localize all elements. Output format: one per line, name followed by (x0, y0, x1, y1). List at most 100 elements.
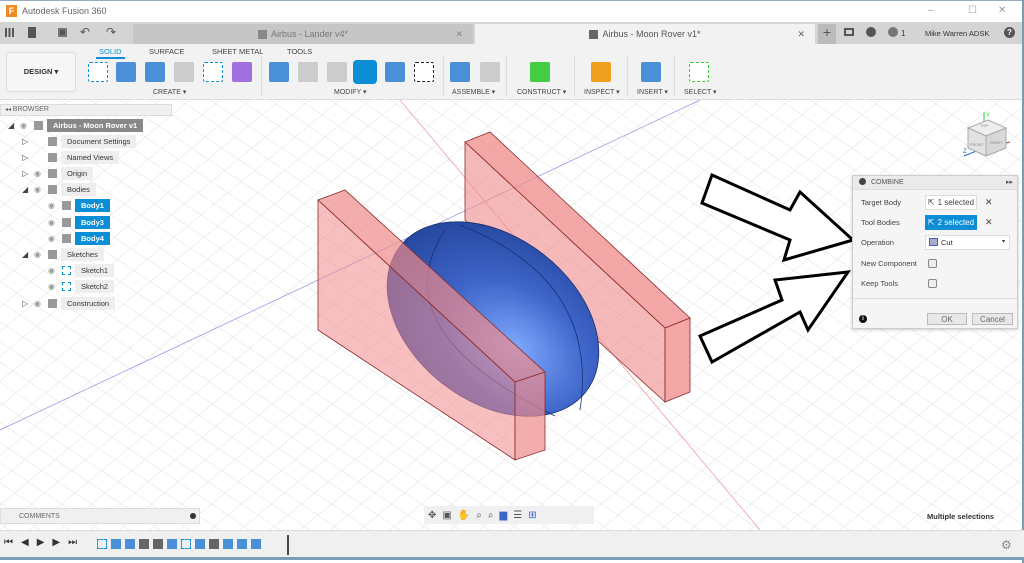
fillet-icon[interactable] (298, 62, 318, 82)
viewports-icon[interactable]: ⊞ (528, 510, 536, 521)
look-at-icon[interactable]: ▣ (442, 510, 451, 521)
tab-solid[interactable]: SOLID (96, 47, 125, 59)
collapse-browser-icon[interactable]: ◂◂ (5, 107, 13, 113)
step-back-icon[interactable]: ◀ (21, 537, 29, 548)
keep-tools-checkbox[interactable] (928, 279, 937, 288)
timeline-offset-plane-icon[interactable] (167, 539, 177, 549)
target-body-selector[interactable]: ⇱ 1 selected (925, 195, 977, 210)
move-icon[interactable] (414, 62, 434, 82)
tool-bodies-selector[interactable]: ⇱ 2 selected (925, 215, 977, 230)
browser-item[interactable]: ◉ Sketch1 (0, 264, 172, 278)
create-sketch-icon[interactable] (88, 62, 108, 82)
create-menu[interactable]: CREATE ▾ (153, 88, 186, 96)
timeline-marker-icon[interactable] (251, 539, 261, 549)
split-body-icon[interactable] (385, 62, 405, 82)
canvas-viewport[interactable]: Z Y TOP FRONT RIGHT ◂◂ BROWSER ◢ ◉ Airbus … (0, 100, 1024, 530)
cancel-button[interactable]: Cancel (972, 313, 1013, 325)
tab-tools[interactable]: TOOLS (287, 47, 312, 56)
browser-item[interactable]: ▷ ◉ Origin (0, 167, 172, 181)
viewcube-top[interactable]: TOP (980, 123, 988, 128)
expand-dialog-icon[interactable]: ▸▸ (1006, 176, 1013, 189)
minimize-button[interactable]: – (928, 5, 934, 16)
comments-panel[interactable]: COMMENTS (0, 508, 200, 524)
browser-item[interactable]: ◉ Sketch2 (0, 280, 172, 294)
visibility-eye-icon[interactable]: ◉ (48, 218, 62, 227)
hole-icon[interactable] (174, 62, 194, 82)
timeline-revolve-icon[interactable] (125, 539, 135, 549)
measure-icon[interactable] (591, 62, 611, 82)
browser-item[interactable]: ◉ Body4 (0, 231, 172, 245)
tab-moon-rover[interactable]: Airbus - Moon Rover v1* ✕ (475, 24, 815, 44)
inspect-menu[interactable]: INSPECT ▾ (584, 88, 620, 96)
close-tab-icon[interactable]: ✕ (455, 29, 463, 40)
orbit-icon[interactable]: ✥ (428, 510, 436, 521)
modify-menu[interactable]: MODIFY ▾ (334, 88, 367, 96)
user-menu[interactable]: Mike Warren ADSK (925, 29, 989, 38)
new-component-checkbox[interactable] (928, 259, 937, 268)
go-to-start-icon[interactable]: ⏮ (4, 537, 13, 548)
help-icon[interactable]: ? (1004, 27, 1015, 38)
comment-icon[interactable] (844, 28, 854, 36)
expand-toggle-icon[interactable]: ▷ (22, 169, 34, 178)
visibility-eye-icon[interactable]: ◉ (34, 169, 48, 178)
visibility-eye-icon[interactable]: ◉ (34, 185, 48, 194)
timeline-combine-icon[interactable] (237, 539, 247, 549)
tab-lander[interactable]: Airbus - Lander v4* ✕ (133, 24, 473, 44)
browser-item[interactable]: ▷ Named Views (0, 150, 172, 164)
shell-icon[interactable] (327, 62, 347, 82)
visibility-eye-icon[interactable]: ◉ (48, 266, 62, 275)
pan-icon[interactable]: ✋ (458, 510, 470, 521)
pattern-icon[interactable] (203, 62, 223, 82)
insert-menu[interactable]: INSERT ▾ (637, 88, 668, 96)
timeline-mirror-icon[interactable] (223, 539, 233, 549)
new-tab-button[interactable]: + (818, 24, 836, 44)
timeline-move-icon[interactable] (153, 539, 163, 549)
insert-canvas-icon[interactable] (641, 62, 661, 82)
assemble-menu[interactable]: ASSEMBLE ▾ (452, 88, 495, 96)
expand-toggle-icon[interactable]: ◢ (22, 185, 34, 194)
new-component-icon[interactable] (450, 62, 470, 82)
viewcube-right[interactable]: RIGHT (990, 140, 1002, 145)
combine-icon[interactable] (355, 62, 375, 82)
extrude-icon[interactable] (116, 62, 136, 82)
add-comment-icon[interactable] (190, 513, 196, 519)
maximize-button[interactable]: ☐ (968, 5, 977, 16)
tab-surface[interactable]: SURFACE (149, 47, 184, 56)
visibility-eye-icon[interactable]: ◉ (48, 201, 62, 210)
select-menu[interactable]: SELECT ▾ (684, 88, 717, 96)
fit-icon[interactable]: ⌕ (488, 510, 494, 521)
sync-icon[interactable] (866, 27, 876, 37)
browser-item[interactable]: ◢ ◉ Sketches (0, 248, 172, 262)
operation-dropdown[interactable]: Cut ▾ (925, 235, 1010, 250)
close-tab-icon[interactable]: ✕ (797, 29, 805, 40)
revolve-icon[interactable] (145, 62, 165, 82)
app-grid-icon[interactable] (5, 28, 14, 37)
create-form-icon[interactable] (232, 62, 252, 82)
offset-plane-icon[interactable] (530, 62, 550, 82)
timeline-extrude-icon[interactable] (195, 539, 205, 549)
visibility-eye-icon[interactable]: ◉ (34, 299, 48, 308)
save-icon[interactable] (58, 28, 67, 37)
browser-item[interactable]: ▷ Document Settings (0, 134, 172, 148)
browser-item[interactable]: ◉ Body3 (0, 215, 172, 229)
timeline-sketch-icon[interactable] (181, 539, 191, 549)
timeline-marker[interactable] (287, 535, 289, 555)
grid-settings-icon[interactable]: ☰ (513, 510, 522, 521)
timeline-move-icon[interactable] (209, 539, 219, 549)
play-icon[interactable]: ▶ (37, 537, 45, 548)
timeline-move-icon[interactable] (139, 539, 149, 549)
construct-menu[interactable]: CONSTRUCT ▾ (517, 88, 566, 96)
timeline-settings-icon[interactable]: ⚙ (1001, 538, 1012, 552)
display-settings-icon[interactable]: ▆ (500, 510, 508, 521)
browser-item[interactable]: ◢ ◉ Bodies (0, 183, 172, 197)
clear-target-button[interactable]: ✕ (985, 197, 993, 208)
browser-item[interactable]: ▷ ◉ Construction (0, 296, 172, 310)
viewcube-front[interactable]: FRONT (970, 142, 984, 147)
press-pull-icon[interactable] (269, 62, 289, 82)
expand-toggle-icon[interactable]: ◢ (8, 121, 20, 130)
zoom-icon[interactable]: ⌕ (476, 510, 482, 521)
visibility-eye-icon[interactable]: ◉ (48, 234, 62, 243)
expand-toggle-icon[interactable]: ▷ (22, 153, 34, 162)
window-select-icon[interactable] (689, 62, 709, 82)
clear-tools-button[interactable]: ✕ (985, 217, 993, 228)
